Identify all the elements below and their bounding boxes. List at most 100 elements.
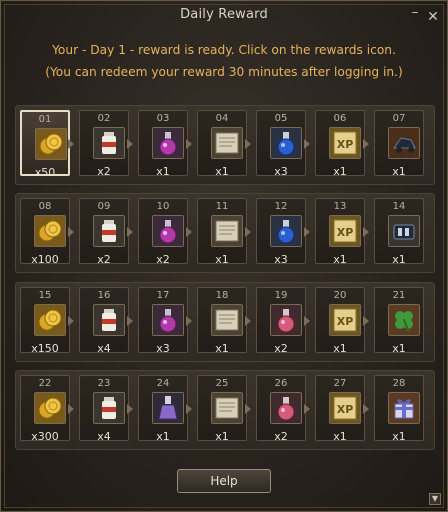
reward-slot-frame: 03 x1 [138,110,188,178]
reward-slot-day-10[interactable]: 10 x2 [134,194,192,272]
gold-coins-icon[interactable] [34,392,66,424]
gold-coins-icon[interactable] [34,215,66,247]
next-day-arrow-icon [127,139,133,149]
next-day-arrow-icon [186,227,192,237]
reward-slot-day-21[interactable]: 21 x1 [370,283,426,361]
next-day-arrow-icon [304,316,310,326]
reward-quantity: x1 [392,253,406,266]
reward-slot-day-15[interactable]: 15 x150 [16,283,74,361]
reward-slot-day-01[interactable]: 01 x50 [16,106,74,184]
next-day-arrow-icon [245,316,251,326]
xp-book-icon[interactable]: XP [329,127,361,159]
reward-slot-frame: 09 x2 [79,198,129,266]
next-day-arrow-icon [245,139,251,149]
reward-quantity: x50 [34,166,56,179]
reward-slot-frame: 17 x3 [138,287,188,355]
reward-slot-day-09[interactable]: 09 x2 [75,194,133,272]
reward-slot-day-24[interactable]: 24 x1 [134,371,192,449]
reward-slot-day-22[interactable]: 22 x300 [16,371,74,449]
reward-row: 22 x300 23 x4 24 x1 25 x1 26 x2 27 XP x1 28 x1 [15,370,435,450]
scroll-bottle-icon[interactable] [93,304,125,336]
svg-text:XP: XP [337,138,354,151]
reward-slot-frame: 01 x50 [20,110,70,179]
reward-slot-day-16[interactable]: 16 x4 [75,283,133,361]
reward-slot-day-27[interactable]: 27 XP x1 [311,371,369,449]
blue-potion-icon[interactable] [270,215,302,247]
scroll-down-icon[interactable]: ▼ [429,493,441,505]
scroll-bottle-icon[interactable] [93,127,125,159]
vehicle-icon[interactable] [388,127,420,159]
reward-quantity: x4 [97,430,111,443]
reward-quantity: x150 [31,342,59,355]
reward-slot-day-28[interactable]: 28 x1 [370,371,426,449]
reward-quantity: x100 [31,253,59,266]
svg-text:XP: XP [337,315,354,328]
next-day-arrow-icon [186,316,192,326]
reward-slot-day-26[interactable]: 26 x2 [252,371,310,449]
reward-slot-day-20[interactable]: 20 XP x1 [311,283,369,361]
gold-coins-icon[interactable] [35,128,67,160]
scroll-bottle-icon[interactable] [93,392,125,424]
reward-slot-day-25[interactable]: 25 x1 [193,371,251,449]
day-number: 10 [156,201,170,212]
next-day-arrow-icon [363,139,369,149]
scroll-bottle-icon[interactable] [93,215,125,247]
reward-slot-day-13[interactable]: 13 XP x1 [311,194,369,272]
xp-book-icon[interactable]: XP [329,215,361,247]
purple-potion-icon[interactable] [152,215,184,247]
reward-slot-frame: 13 XP x1 [315,198,365,266]
parchment-scroll-icon[interactable] [211,304,243,336]
redeem-info-message: (You can redeem your reward 30 minutes a… [45,65,403,79]
reward-quantity: x1 [333,430,347,443]
next-day-arrow-icon [127,227,133,237]
gold-coins-icon[interactable] [34,304,66,336]
violet-flask-icon[interactable] [152,392,184,424]
day-number: 05 [274,113,288,124]
reward-slot-day-18[interactable]: 18 x1 [193,283,251,361]
parchment-scroll-icon[interactable] [211,215,243,247]
help-button[interactable]: Help [177,469,271,493]
reward-slot-frame: 27 XP x1 [315,375,365,443]
purple-potion-icon[interactable] [152,127,184,159]
reward-slot-day-08[interactable]: 08 x100 [16,194,74,272]
reward-slot-day-06[interactable]: 06 XP x1 [311,106,369,184]
day-number: 15 [38,290,52,301]
blue-potion-icon[interactable] [270,127,302,159]
reward-slot-day-05[interactable]: 05 x3 [252,106,310,184]
close-icon[interactable]: ✕ [425,9,441,25]
reward-slot-day-07[interactable]: 07 x1 [370,106,426,184]
reward-slot-day-14[interactable]: 14 x1 [370,194,426,272]
purple-potion-icon[interactable] [152,304,184,336]
reward-slot-day-04[interactable]: 04 x1 [193,106,251,184]
reward-slot-day-02[interactable]: 02 x2 [75,106,133,184]
reward-slot-frame: 25 x1 [197,375,247,443]
reward-slot-frame: 02 x2 [79,110,129,178]
xp-book-icon[interactable]: XP [329,392,361,424]
reward-slot-frame: 06 XP x1 [315,110,365,178]
reward-slot-day-19[interactable]: 19 x2 [252,283,310,361]
reward-slot-day-23[interactable]: 23 x4 [75,371,133,449]
window-title: Daily Reward [180,7,268,22]
clover-icon[interactable] [388,304,420,336]
next-day-arrow-icon [363,227,369,237]
parchment-scroll-icon[interactable] [211,127,243,159]
pink-potion-icon[interactable] [270,304,302,336]
day-number: 08 [38,201,52,212]
reward-quantity: x2 [274,430,288,443]
reward-slot-day-17[interactable]: 17 x3 [134,283,192,361]
reward-slot-frame: 12 x3 [256,198,306,266]
reward-slot-frame: 14 x1 [374,198,424,266]
reward-slot-day-03[interactable]: 03 x1 [134,106,192,184]
reward-slot-frame: 07 x1 [374,110,424,178]
gear-chest-icon[interactable] [388,215,420,247]
parchment-scroll-icon[interactable] [211,392,243,424]
reward-slot-frame: 15 x150 [20,287,70,355]
title-bar[interactable]: Daily Reward – ✕ [1,1,447,31]
pink-potion-icon[interactable] [270,392,302,424]
reward-quantity: x1 [215,430,229,443]
gift-box-icon[interactable] [388,392,420,424]
reward-slot-day-12[interactable]: 12 x3 [252,194,310,272]
minimize-icon[interactable]: – [407,5,423,21]
xp-book-icon[interactable]: XP [329,304,361,336]
reward-slot-day-11[interactable]: 11 x1 [193,194,251,272]
